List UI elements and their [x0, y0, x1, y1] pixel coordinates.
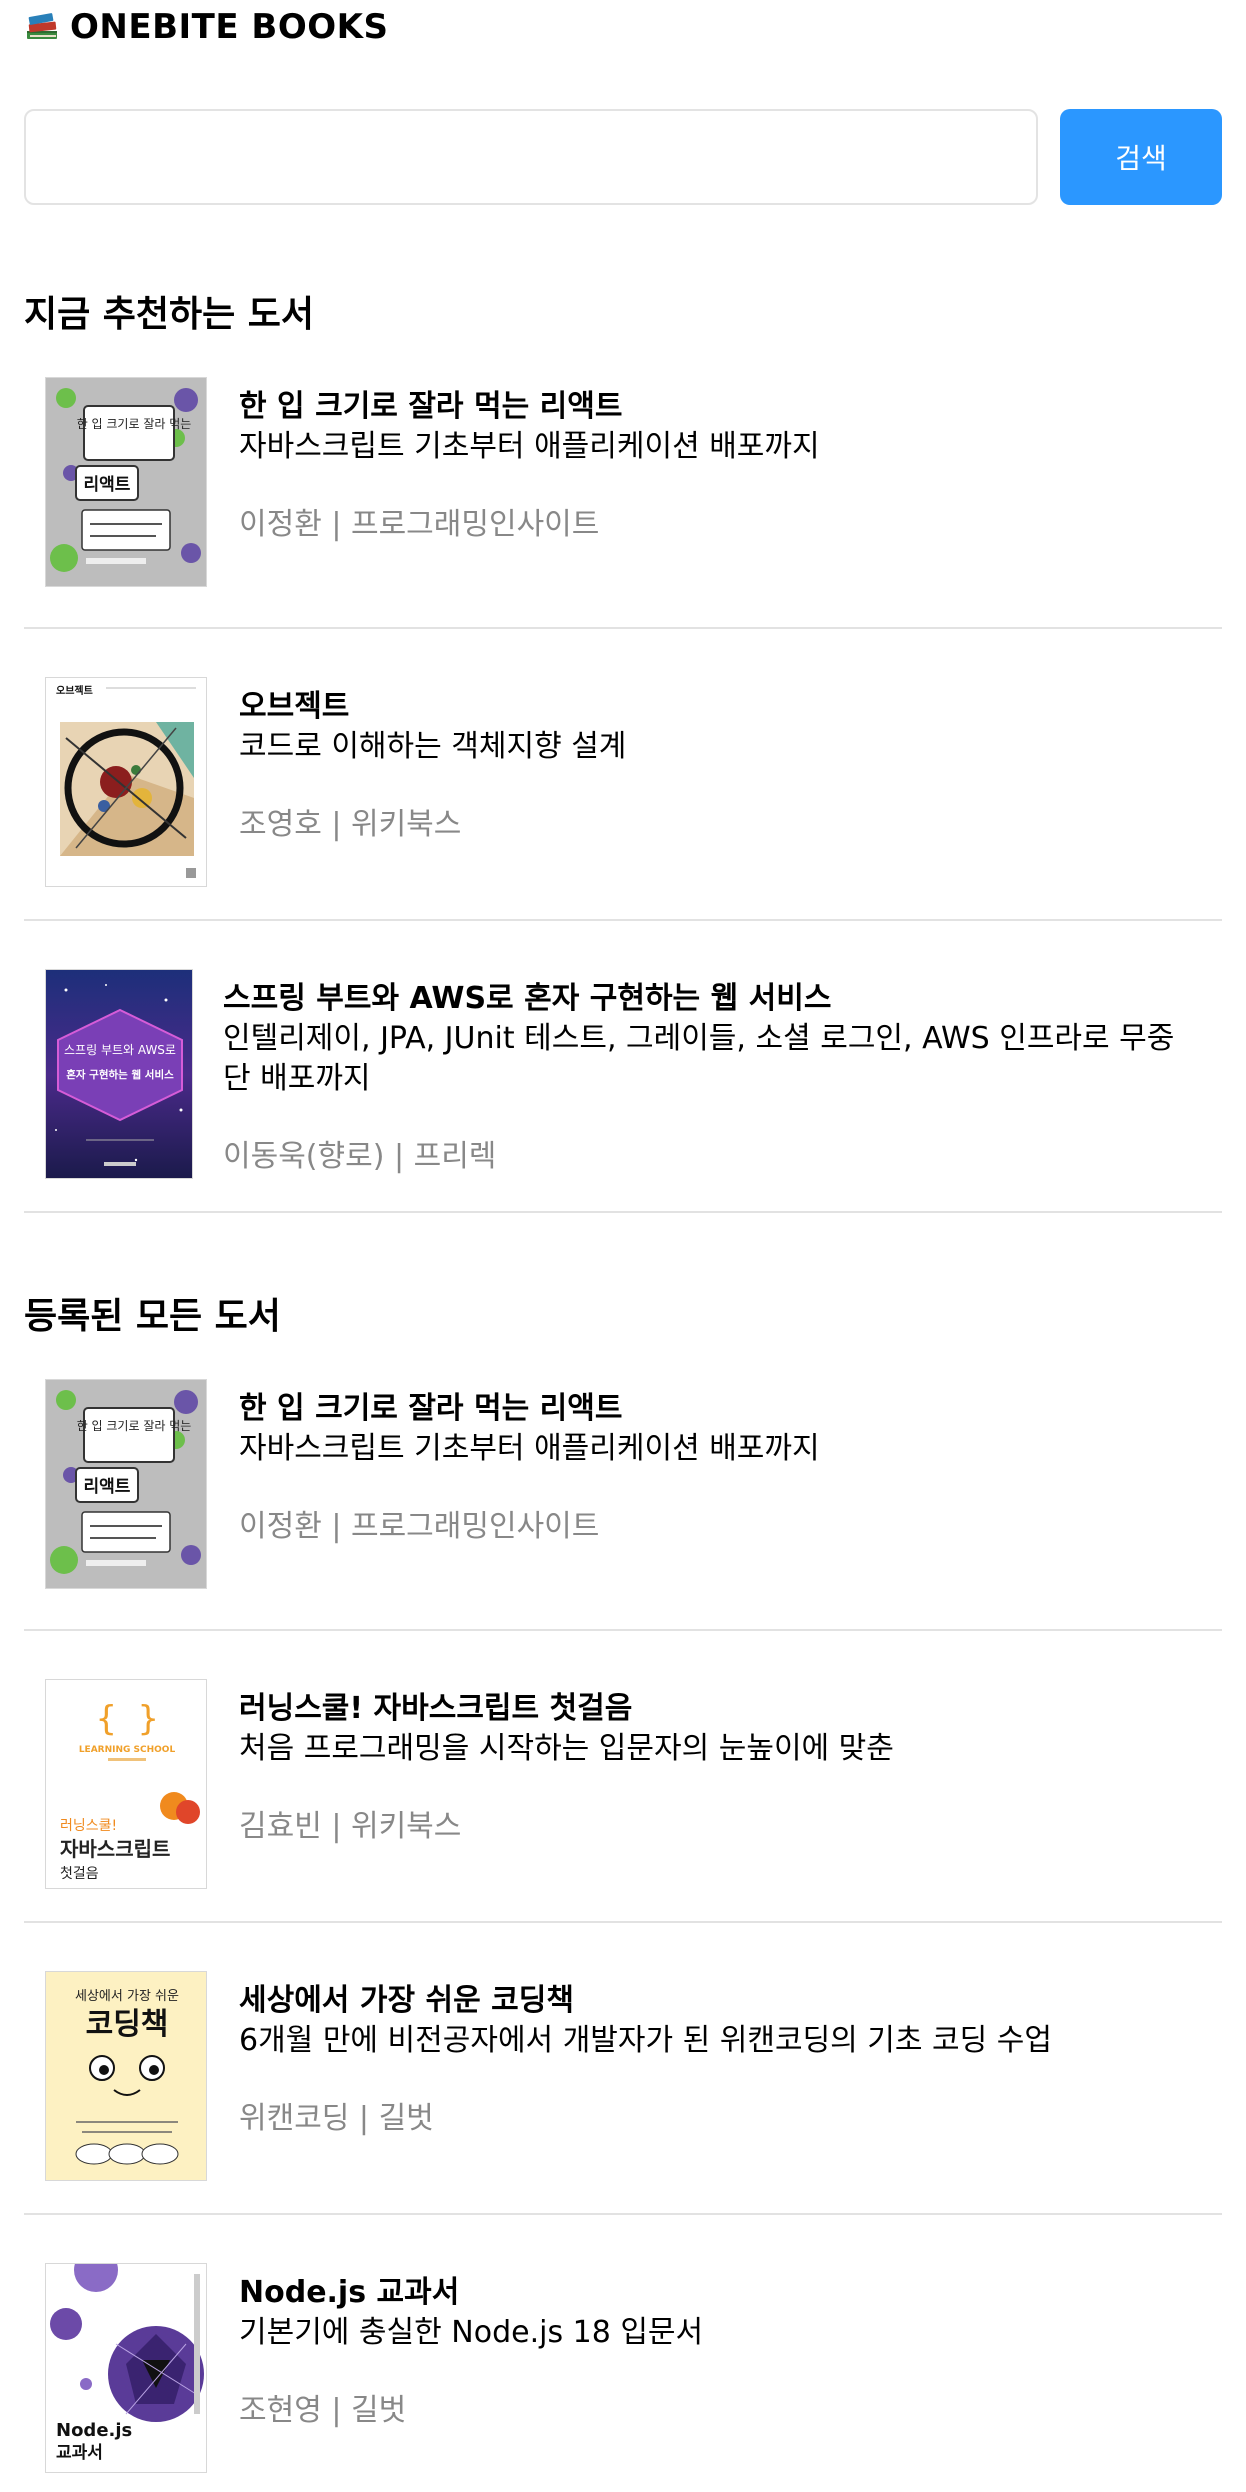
- learning-cover-main: 자바스크립트: [60, 1837, 170, 1861]
- book-subtitle: 처음 프로그래밍을 시작하는 입문자의 눈높이에 맞춘: [239, 1731, 894, 1766]
- section-title-recommended: 지금 추천하는 도서: [24, 294, 315, 335]
- app-header: ONEBITE BOOKS: [24, 0, 1222, 52]
- book-item[interactable]: 한 입 크기로 잘라 먹는 리액트 한 입 크기로 잘라 먹는 리액트 자바스크…: [24, 1335, 1222, 1631]
- react-cover: 한 입 크기로 잘라 먹는 리액트: [45, 1379, 207, 1589]
- book-author: 이동욱(향로) | 프리렉: [223, 1139, 497, 1174]
- easy-cover-main: 코딩책: [86, 2007, 169, 2042]
- book-item[interactable]: 한 입 크기로 잘라 먹는 리액트 한 입 크기로 잘라 먹는 리액트 자바스크…: [24, 333, 1222, 629]
- book-author: 조영호 | 위키북스: [239, 807, 462, 842]
- spring-cover-top: 스프링 부트와 AWS로: [64, 1043, 176, 1057]
- book-subtitle: 6개월 만에 비전공자에서 개발자가 된 위캔코딩의 기초 코딩 수업: [239, 2023, 1052, 2058]
- book-subtitle: 인텔리제이, JPA, JUnit 테스트, 그레이들, 소셜 로그인, AWS…: [223, 1021, 1175, 1096]
- book-title: 스프링 부트와 AWS로 혼자 구현하는 웹 서비스: [223, 981, 832, 1016]
- book-item[interactable]: 오브젝트 오브젝트 코드로 이해하는 객체지향 설계 조영호 | 위키북스: [24, 629, 1222, 921]
- search-bar: 검색: [24, 109, 1222, 205]
- react-cover-main: 리액트: [84, 475, 131, 495]
- easy-cover-top: 세상에서 가장 쉬운: [75, 1989, 179, 2004]
- svg-text:러닝스쿨!: 러닝스쿨!: [60, 1818, 117, 1834]
- app-title[interactable]: ONEBITE BOOKS: [70, 7, 388, 47]
- book-author: 이정환 | 프로그래밍인사이트: [239, 507, 600, 542]
- books-icon: [24, 9, 60, 45]
- book-item[interactable]: 스프링 부트와 AWS로 혼자 구현하는 웹 서비스 스프링 부트와 AWS로 …: [24, 921, 1222, 1213]
- book-info: 러닝스쿨! 자바스크립트 첫걸음 처음 프로그래밍을 시작하는 입문자의 눈높이…: [239, 1689, 1201, 1847]
- search-button[interactable]: 검색: [1060, 109, 1222, 205]
- object-cover: 오브젝트: [45, 677, 207, 887]
- book-title: 한 입 크기로 잘라 먹는 리액트: [239, 1391, 623, 1426]
- book-subtitle: 자바스크립트 기초부터 애플리케이션 배포까지: [239, 429, 820, 464]
- learning-cover-sub: 첫걸음: [60, 1866, 99, 1882]
- book-item[interactable]: Node.js 교과서 Node.js 교과서 기본기에 충실한 Node.js…: [24, 2215, 1222, 2492]
- book-title: 한 입 크기로 잘라 먹는 리액트: [239, 389, 623, 424]
- svg-text:}: }: [138, 1699, 158, 1739]
- node-cover-sub: 교과서: [56, 2443, 103, 2463]
- react-cover-top: 한 입 크기로 잘라 먹는: [77, 417, 192, 431]
- book-title: Node.js 교과서: [239, 2275, 460, 2310]
- react-cover-top: 한 입 크기로 잘라 먹는: [77, 1419, 192, 1433]
- book-title: 오브젝트: [239, 689, 350, 724]
- book-info: Node.js 교과서 기본기에 충실한 Node.js 18 입문서 조현영 …: [239, 2273, 1201, 2431]
- book-item[interactable]: { } LEARNING SCHOOL 러닝스쿨! 자바스크립트 첫걸음 러닝스…: [24, 1631, 1222, 1923]
- book-author: 이정환 | 프로그래밍인사이트: [239, 1509, 600, 1544]
- book-title: 러닝스쿨! 자바스크립트 첫걸음: [239, 1691, 633, 1726]
- book-info: 한 입 크기로 잘라 먹는 리액트 자바스크립트 기초부터 애플리케이션 배포까…: [239, 387, 1201, 545]
- book-info: 한 입 크기로 잘라 먹는 리액트 자바스크립트 기초부터 애플리케이션 배포까…: [239, 1389, 1201, 1547]
- spring-cover: 스프링 부트와 AWS로 혼자 구현하는 웹 서비스: [45, 969, 193, 1179]
- search-input[interactable]: [24, 109, 1038, 205]
- object-cover-label: 오브젝트: [56, 684, 93, 697]
- learning-js-cover: { } LEARNING SCHOOL 러닝스쿨! 자바스크립트 첫걸음: [45, 1679, 207, 1889]
- book-subtitle: 자바스크립트 기초부터 애플리케이션 배포까지: [239, 1431, 820, 1466]
- book-info: 세상에서 가장 쉬운 코딩책 6개월 만에 비전공자에서 개발자가 된 위캔코딩…: [239, 1981, 1201, 2139]
- book-info: 스프링 부트와 AWS로 혼자 구현하는 웹 서비스 인텔리제이, JPA, J…: [223, 979, 1201, 1177]
- react-cover-main: 리액트: [84, 1477, 131, 1497]
- book-author: 위캔코딩 | 길벗: [239, 2101, 434, 2136]
- svg-text:{: {: [96, 1699, 116, 1739]
- all-book-list: 한 입 크기로 잘라 먹는 리액트 한 입 크기로 잘라 먹는 리액트 자바스크…: [24, 1335, 1222, 2492]
- section-title-all: 등록된 모든 도서: [24, 1296, 281, 1337]
- recommended-book-list: 한 입 크기로 잘라 먹는 리액트 한 입 크기로 잘라 먹는 리액트 자바스크…: [24, 333, 1222, 1213]
- react-cover: 한 입 크기로 잘라 먹는 리액트: [45, 377, 207, 587]
- node-cover-main: Node.js: [56, 2420, 132, 2441]
- book-subtitle: 기본기에 충실한 Node.js 18 입문서: [239, 2315, 704, 2350]
- book-author: 김효빈 | 위키북스: [239, 1809, 462, 1844]
- book-info: 오브젝트 코드로 이해하는 객체지향 설계 조영호 | 위키북스: [239, 687, 1201, 845]
- book-subtitle: 코드로 이해하는 객체지향 설계: [239, 729, 627, 764]
- spring-cover-main: 혼자 구현하는 웹 서비스: [66, 1068, 174, 1081]
- book-title: 세상에서 가장 쉬운 코딩책: [239, 1983, 574, 2018]
- learning-cover-top: LEARNING SCHOOL: [79, 1745, 176, 1755]
- nodejs-cover: Node.js 교과서: [45, 2263, 207, 2473]
- book-item[interactable]: 세상에서 가장 쉬운 코딩책 세상에서 가장 쉬운 코딩책 6개월 만에 비전공…: [24, 1923, 1222, 2215]
- easy-coding-cover: 세상에서 가장 쉬운 코딩책: [45, 1971, 207, 2181]
- book-author: 조현영 | 길벗: [239, 2393, 407, 2428]
